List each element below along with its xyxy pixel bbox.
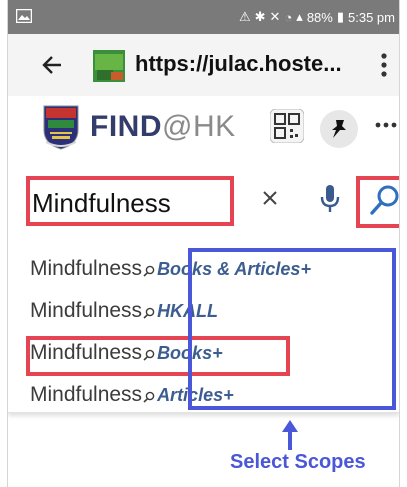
suggestion-scope: Books+ [157,342,223,363]
list-item[interactable]: Mindfulness HKALL [30,290,390,332]
battery-icon: ▮ [336,9,345,24]
search-icon[interactable] [370,184,399,216]
pin-icon [332,120,346,138]
photo-icon [16,9,32,23]
mute-icon: ✕ [269,9,281,24]
magnifier-icon [143,391,155,403]
suggestion-scope: Books & Articles+ [157,258,311,279]
list-item[interactable]: Mindfulness Books & Articles+ [30,248,390,290]
magnifier-icon [143,307,155,319]
magnifier-icon [143,265,155,277]
suggestion-term: Mindfulness [30,299,143,322]
warning-icon: ⚠ [238,9,251,24]
phone-screen: ⚠ ✱ ✕ ◔ ▴ 88% ▮ 5:35 pm https://julac.ho… [8,0,399,487]
more-dots-icon[interactable] [375,122,397,128]
suggestion-list: Mindfulness Books & Articles+ Mindfulnes… [8,244,399,413]
suggestion-scope: Articles+ [157,384,234,405]
site-icon [93,50,125,82]
wifi-icon: ◔ [284,9,293,25]
browser-toolbar: https://julac.hoste... [8,34,399,96]
suggestion-term: Mindfulness [30,257,143,280]
magnifier-icon [143,349,155,361]
arrow-up-icon [282,420,298,450]
suggestion-term: Mindfulness [30,383,143,406]
qr-code-icon[interactable] [270,109,304,143]
microphone-icon[interactable] [320,184,340,214]
list-item[interactable]: Mindfulness Books+ [30,332,390,374]
app-header: FIND@HK [8,96,399,160]
hku-logo [43,105,79,150]
search-input[interactable] [26,176,234,230]
url-bar[interactable]: https://julac.hoste... [135,51,342,77]
kebab-menu-icon[interactable] [381,52,387,78]
app-title-find: FIND [90,110,162,143]
pin-button[interactable] [320,110,358,148]
suggestion-term: Mindfulness [30,341,143,364]
app-title: FIND@HK [90,110,236,144]
back-arrow-icon[interactable] [42,52,62,78]
status-indicators: ⚠ ✱ ✕ ◔ ▴ 88% ▮ 5:35 pm [239,9,395,25]
list-item[interactable]: Mindfulness Articles+ [30,374,390,416]
suggestion-scope: HKALL [157,300,219,321]
app-title-suffix: @HK [162,110,236,143]
clock: 5:35 pm [348,9,395,25]
status-bar: ⚠ ✱ ✕ ◔ ▴ 88% ▮ 5:35 pm [8,0,399,34]
signal-icon: ▴ [296,9,303,24]
search-bar [8,160,399,244]
bluetooth-icon: ✱ [254,9,266,24]
battery-level: 88% [306,9,333,25]
clear-icon[interactable] [262,190,278,206]
annotation-label: Select Scopes [230,451,366,473]
